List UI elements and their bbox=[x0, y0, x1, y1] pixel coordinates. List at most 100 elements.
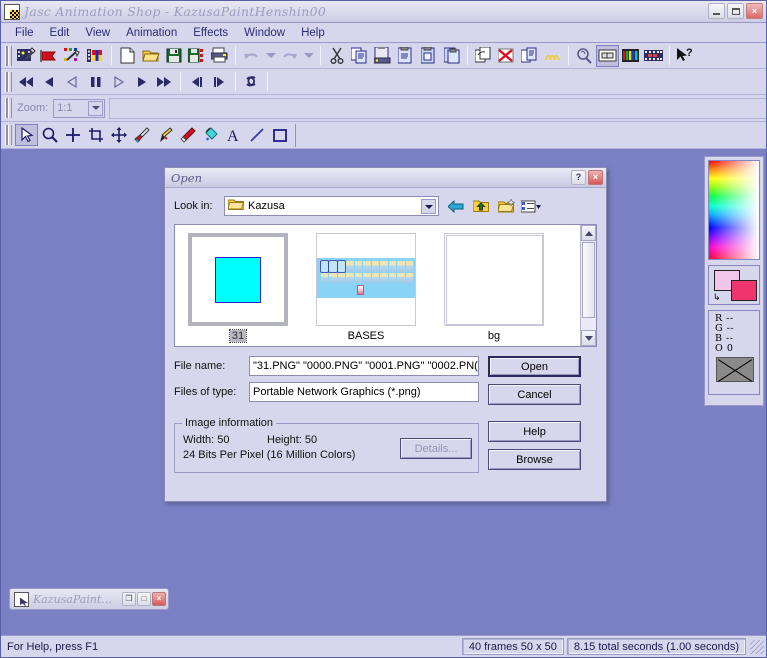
crop-tool-icon[interactable] bbox=[84, 124, 107, 146]
zoom-dropdown-button[interactable] bbox=[88, 100, 104, 116]
pan-tool-icon[interactable] bbox=[107, 124, 130, 146]
arrow-tool-icon[interactable] bbox=[15, 124, 38, 146]
shape-tool-icon[interactable] bbox=[268, 124, 291, 146]
color-gradient-picker[interactable] bbox=[708, 160, 760, 260]
file-list[interactable]: 31 BASES bg bbox=[174, 224, 597, 347]
details-button[interactable]: Details... bbox=[400, 438, 472, 459]
save-as-icon[interactable] bbox=[185, 45, 208, 67]
scroll-up-icon[interactable] bbox=[581, 225, 596, 241]
file-item-bases[interactable]: BASES bbox=[315, 233, 417, 342]
animation-wizard-icon[interactable] bbox=[15, 45, 38, 67]
undo-icon[interactable] bbox=[240, 45, 263, 67]
dialog-help-button[interactable]: ? bbox=[571, 170, 586, 185]
zoom-combo[interactable]: 1:1 bbox=[53, 98, 106, 118]
playback-toolbar-grip[interactable] bbox=[5, 71, 12, 92]
resize-grip[interactable] bbox=[750, 639, 764, 654]
file-thumbnail[interactable] bbox=[188, 233, 288, 326]
pause-icon[interactable] bbox=[84, 71, 107, 93]
look-in-dropdown-button[interactable] bbox=[421, 199, 436, 214]
child-close-button[interactable]: × bbox=[152, 592, 166, 606]
file-thumbnail[interactable] bbox=[316, 233, 416, 326]
tools-toolbar-grip[interactable] bbox=[5, 125, 12, 145]
zoom-toolbar-grip[interactable] bbox=[5, 98, 12, 118]
file-thumbnail[interactable] bbox=[444, 233, 544, 326]
toolbar-grip[interactable] bbox=[5, 45, 12, 66]
print-icon[interactable] bbox=[208, 45, 231, 67]
film-frames-icon[interactable] bbox=[642, 45, 665, 67]
help-pointer-icon[interactable]: ? bbox=[674, 45, 697, 67]
onion-skin-icon[interactable] bbox=[596, 44, 619, 67]
loop-icon[interactable] bbox=[240, 71, 263, 93]
views-icon[interactable] bbox=[520, 196, 542, 216]
propagate-paste-icon[interactable] bbox=[472, 45, 495, 67]
play-reverse-icon[interactable] bbox=[61, 71, 84, 93]
menu-window[interactable]: Window bbox=[236, 25, 293, 41]
scrollbar-thumb[interactable] bbox=[582, 242, 595, 318]
child-maximize-button[interactable]: □ bbox=[137, 592, 151, 606]
view-animation-icon[interactable] bbox=[541, 45, 564, 67]
cut-icon[interactable] bbox=[325, 45, 348, 67]
child-restore-button[interactable]: ❐ bbox=[122, 592, 136, 606]
step-back-icon[interactable] bbox=[38, 71, 61, 93]
mover-crosshair-tool-icon[interactable] bbox=[61, 124, 84, 146]
open-icon[interactable] bbox=[139, 45, 162, 67]
file-item-bg[interactable]: bg bbox=[443, 233, 545, 342]
menu-help[interactable]: Help bbox=[293, 25, 333, 41]
fast-forward-icon[interactable] bbox=[153, 71, 176, 93]
delete-frames-icon[interactable] bbox=[495, 45, 518, 67]
transparent-swatch[interactable] bbox=[716, 357, 754, 382]
files-of-type-combo[interactable]: Portable Network Graphics (*.png) bbox=[249, 382, 479, 402]
browse-button[interactable]: Browse bbox=[488, 449, 581, 470]
color-wizard-icon[interactable] bbox=[84, 45, 107, 67]
help-button[interactable]: Help bbox=[488, 421, 581, 442]
new-icon[interactable] bbox=[116, 45, 139, 67]
up-one-level-icon[interactable] bbox=[470, 196, 492, 216]
dropper-tool-icon[interactable] bbox=[130, 124, 153, 146]
play-icon[interactable] bbox=[130, 71, 153, 93]
close-button[interactable]: × bbox=[746, 3, 763, 19]
file-list-scrollbar[interactable] bbox=[580, 225, 596, 346]
duplicate-selected-frames-icon[interactable] bbox=[440, 45, 463, 67]
open-button[interactable]: Open bbox=[488, 356, 581, 377]
file-name-input[interactable]: "31.PNG" "0000.PNG" "0001.PNG" "0002.PN( bbox=[249, 356, 479, 376]
menu-edit[interactable]: Edit bbox=[42, 25, 78, 41]
minimized-child-window[interactable]: KazusaPaint... ❐ □ × bbox=[9, 588, 169, 610]
minimize-button[interactable] bbox=[708, 3, 725, 19]
create-new-folder-icon[interactable] bbox=[495, 196, 517, 216]
next-frame-icon[interactable] bbox=[208, 71, 231, 93]
swap-colors-icon[interactable]: ↳ bbox=[713, 293, 721, 302]
file-item-31[interactable]: 31 bbox=[187, 233, 289, 343]
menu-animation[interactable]: Animation bbox=[118, 25, 185, 41]
eraser-tool-icon[interactable] bbox=[176, 124, 199, 146]
animation-properties-icon[interactable] bbox=[518, 45, 541, 67]
banner-wizard-icon[interactable] bbox=[38, 45, 61, 67]
cancel-button[interactable]: Cancel bbox=[488, 384, 581, 405]
undo-dropdown-arrow[interactable] bbox=[263, 45, 278, 67]
maximize-button[interactable] bbox=[727, 3, 744, 19]
menu-file[interactable]: File bbox=[7, 25, 42, 41]
text-tool-icon[interactable]: A bbox=[222, 124, 245, 146]
look-in-combo[interactable]: Kazusa bbox=[224, 196, 439, 216]
line-tool-icon[interactable] bbox=[245, 124, 268, 146]
dialog-close-button[interactable]: × bbox=[588, 170, 603, 185]
paint-brush-tool-icon[interactable] bbox=[153, 124, 176, 146]
zoom-tool-icon[interactable] bbox=[38, 124, 61, 146]
menu-view[interactable]: View bbox=[77, 25, 118, 41]
back-icon[interactable] bbox=[445, 196, 467, 216]
filmstrip-icon[interactable] bbox=[619, 45, 642, 67]
rewind-to-start-icon[interactable] bbox=[15, 71, 38, 93]
paste-as-new-animation-icon[interactable] bbox=[371, 45, 394, 67]
menu-effects[interactable]: Effects bbox=[185, 25, 236, 41]
effects-wizard-icon[interactable] bbox=[61, 45, 84, 67]
save-icon[interactable] bbox=[162, 45, 185, 67]
background-color-swatch[interactable] bbox=[731, 280, 757, 301]
play-outline-icon[interactable] bbox=[107, 71, 130, 93]
redo-dropdown-arrow[interactable] bbox=[301, 45, 316, 67]
scroll-down-icon[interactable] bbox=[581, 330, 596, 346]
paste-before-current-frame-icon[interactable] bbox=[417, 45, 440, 67]
frame-properties-icon[interactable] bbox=[573, 45, 596, 67]
copy-icon[interactable] bbox=[348, 45, 371, 67]
previous-frame-icon[interactable] bbox=[185, 71, 208, 93]
flood-fill-tool-icon[interactable] bbox=[199, 124, 222, 146]
redo-icon[interactable] bbox=[278, 45, 301, 67]
